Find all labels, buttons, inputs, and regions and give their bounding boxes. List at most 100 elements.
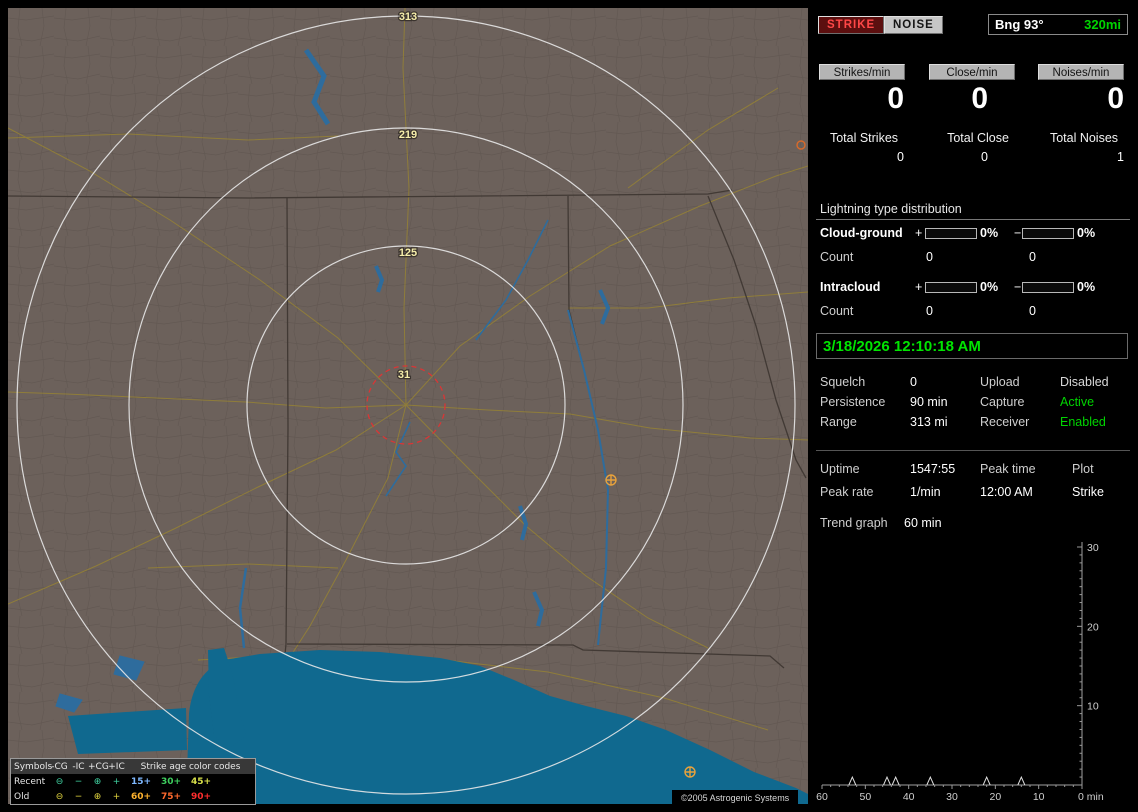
receiver-status: Enabled: [1060, 415, 1106, 429]
ring-label-125: 125: [399, 247, 417, 259]
persistence-value: 90 min: [910, 395, 948, 409]
pos-ic-icon: +: [112, 791, 121, 802]
mississippi-sound: [68, 708, 187, 754]
legend-row-old: Old ⊖ − ⊕ + 60+ 75+ 90+: [11, 789, 255, 804]
strikes-per-min-button[interactable]: Strikes/min: [819, 64, 905, 80]
bearing-range-display: Bng 93° 320mi: [988, 14, 1128, 35]
plus-sign: +: [915, 226, 923, 240]
close-per-min-value: 0: [971, 82, 988, 115]
total-close-value: 0: [981, 150, 988, 164]
svg-text:40: 40: [903, 791, 915, 803]
cg-minus-pct: 0%: [1077, 226, 1096, 240]
count-label: Count: [820, 250, 854, 264]
total-noises-label: Total Noises: [1049, 131, 1119, 145]
intracloud-label: Intracloud: [820, 280, 881, 294]
range-label: Range: [820, 415, 857, 429]
plot-label: Plot: [1072, 462, 1094, 476]
pos-cg-icon: ⊕: [93, 791, 102, 802]
upload-label: Upload: [980, 375, 1020, 389]
total-strikes-label: Total Strikes: [829, 131, 899, 145]
peak-rate-label: Peak rate: [820, 485, 874, 499]
map-panel: 313 219 125 31 Symbols -CG -IC +CG +IC S…: [8, 8, 808, 806]
noise-symbol: [684, 766, 696, 778]
neg-cg-icon: ⊖: [55, 791, 64, 802]
svg-text:10: 10: [1033, 791, 1045, 803]
peak-time-value: 12:00 AM: [980, 485, 1033, 499]
ic-minus-pct: 0%: [1077, 280, 1096, 294]
neg-cg-icon: ⊖: [55, 776, 64, 787]
age-code: 30+: [160, 776, 182, 787]
age-code: 75+: [160, 791, 182, 802]
peak-time-label: Peak time: [980, 462, 1036, 476]
ic-plus-count: 0: [926, 304, 933, 318]
legend-old-label: Old: [14, 791, 30, 802]
age-code: 45+: [190, 776, 212, 787]
svg-text:20: 20: [1087, 621, 1099, 633]
divider: [816, 219, 1130, 220]
peak-rate-value: 1/min: [910, 485, 941, 499]
bearing-range-value: 320mi: [1084, 17, 1121, 32]
neg-ic-icon: −: [74, 791, 83, 802]
receiver-label: Receiver: [980, 415, 1030, 429]
noise-button[interactable]: NOISE: [884, 16, 943, 34]
legend-age-title: Strike age color codes: [140, 761, 241, 772]
ring-label-219: 219: [399, 129, 417, 141]
pos-ic-icon: +: [112, 776, 121, 787]
legend-recent-label: Recent: [14, 776, 46, 787]
status-panel: STRIKE NOISE Bng 93° 320mi Strikes/min C…: [816, 0, 1138, 812]
cg-minus-count: 0: [1029, 250, 1036, 264]
copyright-text: ©2005 Astrogenic Systems: [672, 790, 799, 806]
cg-plus-pct: 0%: [980, 226, 999, 240]
map-legend: Symbols -CG -IC +CG +IC Strike age color…: [10, 758, 256, 805]
legend-col-neg-cg: -CG: [51, 761, 68, 772]
divider: [816, 450, 1130, 451]
cg-plus-count: 0: [926, 250, 933, 264]
minus-sign: −: [1014, 226, 1022, 240]
total-close-label: Total Close: [947, 131, 1009, 145]
noise-symbol: [605, 474, 617, 486]
map[interactable]: 313 219 125 31: [8, 8, 808, 804]
legend-col-pos-ic: +IC: [108, 761, 125, 772]
age-code: 15+: [130, 776, 152, 787]
squelch-label: Squelch: [820, 375, 866, 389]
bearing-value: Bng 93°: [995, 17, 1044, 32]
legend-header: Symbols -CG -IC +CG +IC Strike age color…: [11, 759, 255, 774]
count-label: Count: [820, 304, 854, 318]
ring-label-31: 31: [398, 369, 410, 381]
capture-status: Active: [1060, 395, 1095, 409]
noises-per-min-button[interactable]: Noises/min: [1038, 64, 1124, 80]
squelch-value: 0: [910, 375, 917, 389]
ic-plus-bar: [925, 282, 977, 293]
age-code: 60+: [130, 791, 152, 802]
legend-col-neg-ic: -IC: [72, 761, 85, 772]
svg-text:10: 10: [1087, 701, 1099, 713]
total-noises-value: 1: [1117, 150, 1124, 164]
datetime-display: 3/18/2026 12:10:18 AM: [816, 333, 1128, 359]
ring-label-313: 313: [399, 11, 417, 23]
ic-plus-pct: 0%: [980, 280, 999, 294]
cg-minus-bar: [1022, 228, 1074, 239]
trend-graph-label: Trend graph: [820, 516, 888, 530]
svg-text:30: 30: [1087, 542, 1099, 554]
trend-spikes: [848, 775, 1026, 786]
svg-text:60: 60: [816, 791, 828, 803]
legend-row-recent: Recent ⊖ − ⊕ + 15+ 30+ 45+: [11, 774, 255, 789]
pos-cg-icon: ⊕: [93, 776, 102, 787]
total-strikes-value: 0: [897, 150, 904, 164]
cloud-ground-label: Cloud-ground: [820, 226, 903, 240]
plus-sign: +: [915, 280, 923, 294]
capture-label: Capture: [980, 395, 1025, 409]
strike-button[interactable]: STRIKE: [818, 16, 885, 34]
minus-sign: −: [1014, 280, 1022, 294]
svg-text:50: 50: [859, 791, 871, 803]
age-code: 90+: [190, 791, 212, 802]
upload-status: Disabled: [1060, 375, 1109, 389]
close-per-min-button[interactable]: Close/min: [929, 64, 1015, 80]
neg-ic-icon: −: [74, 776, 83, 787]
trend-graph-value: 60 min: [904, 516, 942, 530]
ic-minus-count: 0: [1029, 304, 1036, 318]
persistence-label: Persistence: [820, 395, 886, 409]
svg-text:20: 20: [989, 791, 1001, 803]
trend-graph: 60 50 40 30 20 10 0 min 10 20 30: [816, 542, 1104, 803]
axis-ticks-and-labels: 60 50 40 30 20 10 0 min 10 20 30: [816, 542, 1104, 803]
